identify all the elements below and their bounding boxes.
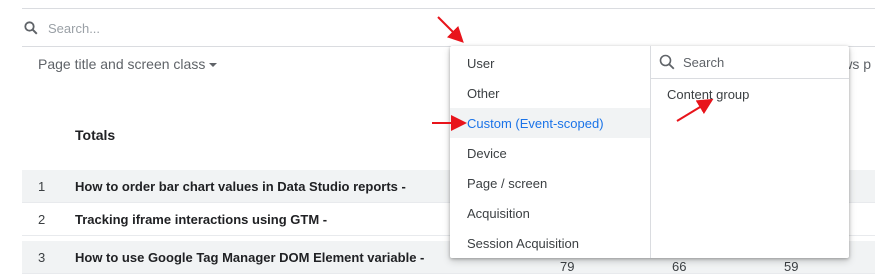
category-label: User <box>467 56 495 71</box>
category-custom-event-scoped[interactable]: Custom (Event-scoped) <box>450 108 650 138</box>
row-value-1: 79 <box>560 259 575 274</box>
row-title: How to order bar chart values in Data St… <box>75 179 406 194</box>
category-device[interactable]: Device <box>450 138 650 168</box>
category-acquisition[interactable]: Acquisition <box>450 198 650 228</box>
dimension-dropdown-menu: User Other Custom (Event-scoped) Device … <box>450 46 849 258</box>
category-label: Other <box>467 86 500 101</box>
search-icon <box>24 21 38 40</box>
submenu-panel: Search Content group <box>651 46 849 258</box>
row-index: 3 <box>38 250 46 265</box>
submenu-search-input[interactable]: Search <box>651 46 849 79</box>
row-index: 1 <box>38 179 46 194</box>
category-other[interactable]: Other <box>450 78 650 108</box>
category-user[interactable]: User <box>450 48 650 78</box>
category-list: User Other Custom (Event-scoped) Device … <box>450 46 650 258</box>
submenu-search-placeholder[interactable]: Search <box>683 55 724 70</box>
table-search-bar[interactable]: Search... <box>22 10 875 47</box>
dimension-selector-label: Page title and screen class <box>38 56 206 72</box>
top-border <box>22 8 875 9</box>
row-value-3: 59 <box>784 259 799 274</box>
category-page-screen[interactable]: Page / screen <box>450 168 650 198</box>
row-index: 2 <box>38 212 46 227</box>
submenu-item-label: Content group <box>667 87 750 102</box>
caret-down-icon <box>209 63 218 68</box>
category-label: Custom (Event-scoped) <box>467 116 604 131</box>
search-icon <box>659 54 675 75</box>
row-title: How to use Google Tag Manager DOM Elemen… <box>75 250 425 265</box>
category-label: Session Acquisition <box>467 236 580 251</box>
row-value-2: 66 <box>672 259 687 274</box>
category-label: Device <box>467 146 507 161</box>
category-session-acquisition[interactable]: Session Acquisition <box>450 228 650 258</box>
submenu-item-content-group[interactable]: Content group <box>651 82 849 106</box>
category-label: Page / screen <box>467 176 548 191</box>
category-label: Acquisition <box>467 206 530 221</box>
row-title: Tracking iframe interactions using GTM - <box>75 212 328 227</box>
totals-label: Totals <box>75 127 116 143</box>
table-search-placeholder[interactable]: Search... <box>48 21 100 36</box>
dimension-selector[interactable]: Page title and screen class <box>38 56 218 72</box>
